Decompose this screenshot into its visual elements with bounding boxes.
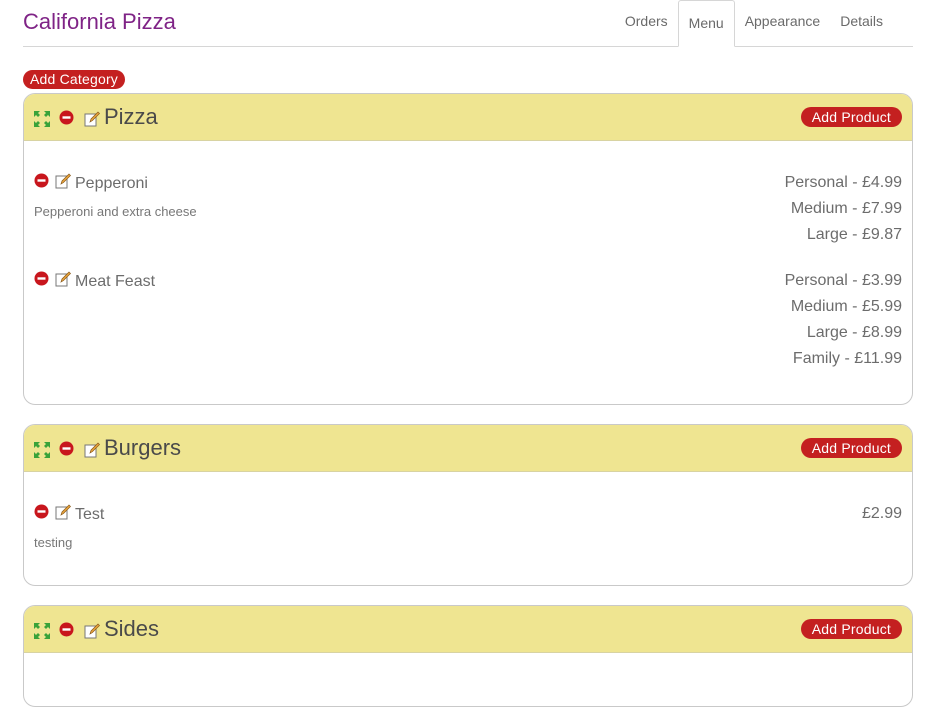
product-prices: Personal - £3.99 Medium - £5.99 Large - … — [785, 268, 902, 372]
move-arrows-icon[interactable] — [33, 110, 51, 128]
edit-icon[interactable] — [55, 271, 71, 287]
tab-appearance[interactable]: Appearance — [735, 0, 831, 46]
remove-icon[interactable] — [34, 271, 49, 286]
price-option: Personal - £3.99 — [784, 272, 902, 289]
edit-icon[interactable] — [84, 623, 100, 639]
category-header: Sides Add Product — [24, 606, 912, 653]
nav-tabs: Orders Menu Appearance Details — [615, 0, 913, 47]
tab-menu[interactable]: Menu — [677, 0, 735, 47]
tab-details[interactable]: Details — [830, 0, 913, 46]
top-header: California Pizza Orders Menu Appearance … — [23, 0, 913, 47]
add-category-button[interactable]: Add Category — [23, 70, 126, 89]
edit-icon[interactable] — [55, 173, 71, 189]
remove-icon[interactable] — [59, 110, 74, 125]
price-option: Personal - £4.99 — [784, 174, 902, 191]
category-card: Sides Add Product — [23, 605, 913, 707]
edit-icon[interactable] — [84, 111, 100, 127]
product-name: Pepperoni — [75, 175, 148, 192]
move-arrows-icon[interactable] — [33, 441, 51, 459]
tab-orders[interactable]: Orders — [615, 0, 678, 46]
category-card: Pizza Add Product Pepperoni Pepperoni an… — [23, 93, 913, 405]
price-option: Large - £8.99 — [806, 324, 902, 341]
add-product-button[interactable]: Add Product — [800, 107, 902, 127]
product-name: Meat Feast — [75, 273, 156, 290]
category-card: Burgers Add Product Test testing £2.99 — [23, 424, 913, 586]
move-arrows-icon[interactable] — [33, 622, 51, 640]
product-description: Pepperoni and extra cheese — [34, 204, 197, 219]
product-prices: Personal - £4.99 Medium - £7.99 Large - … — [785, 170, 902, 248]
edit-icon[interactable] — [55, 504, 71, 520]
price-option: Medium - £7.99 — [790, 200, 902, 217]
price-option: Family - £11.99 — [792, 350, 902, 367]
remove-icon[interactable] — [59, 441, 74, 456]
remove-icon[interactable] — [34, 173, 49, 188]
price-option: Medium - £5.99 — [790, 298, 902, 315]
add-product-button[interactable]: Add Product — [800, 438, 902, 458]
edit-icon[interactable] — [84, 442, 100, 458]
price-option: £2.99 — [861, 505, 902, 522]
category-header: Pizza Add Product — [24, 94, 912, 141]
price-option: Large - £9.87 — [806, 226, 902, 243]
remove-icon[interactable] — [59, 622, 74, 637]
add-product-button[interactable]: Add Product — [800, 619, 902, 639]
app-title: California Pizza — [23, 9, 176, 34]
product-name: Test — [75, 506, 105, 523]
category-title: Sides — [104, 616, 160, 641]
product-description: testing — [34, 535, 73, 550]
category-title: Burgers — [104, 435, 182, 460]
remove-icon[interactable] — [34, 504, 49, 519]
category-title: Pizza — [104, 104, 158, 129]
product-prices: £2.99 — [862, 501, 902, 527]
category-header: Burgers Add Product — [24, 425, 912, 472]
